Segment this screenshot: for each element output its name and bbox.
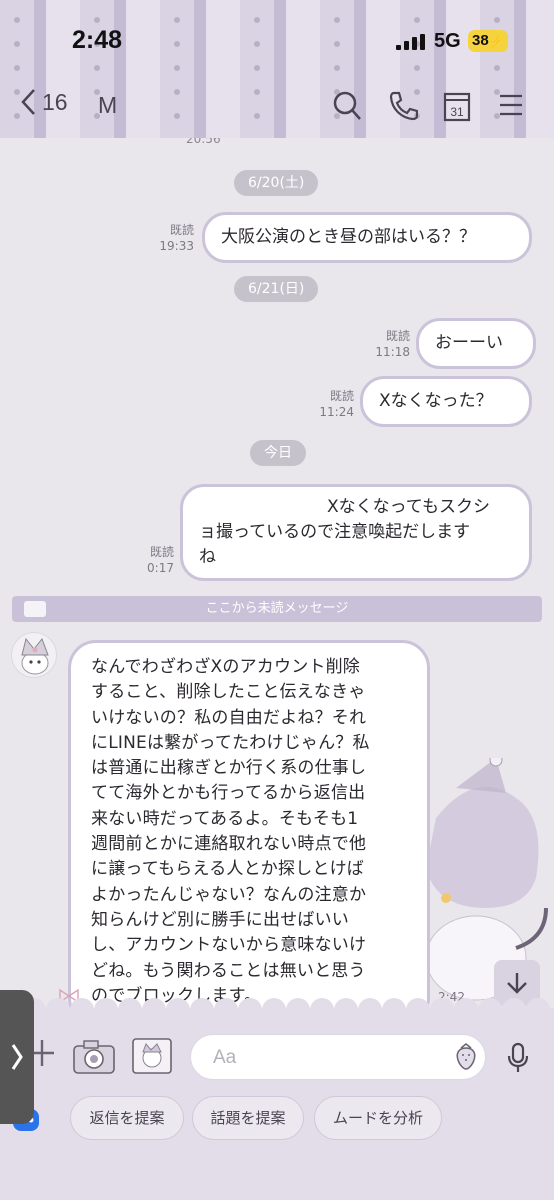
charging-icon: ⚡ [488, 36, 503, 48]
calendar-day: 31 [450, 105, 464, 119]
message-meta: 既読 11:24 [312, 388, 354, 420]
status-bar: 2:48 5G 38⚡ [0, 0, 554, 80]
phone-icon[interactable] [388, 90, 418, 122]
input-placeholder: Aa [213, 1047, 237, 1068]
photo-icon[interactable] [130, 1036, 174, 1078]
message-time: 0:17 [147, 561, 174, 575]
status-time: 2:48 [72, 26, 123, 54]
date-separator: 6/20(土) [234, 170, 319, 196]
strawberry-emoji-icon[interactable] [454, 1042, 478, 1070]
network-type: 5G [434, 30, 461, 52]
read-receipt: 既読 [169, 223, 194, 237]
message-time: 11:24 [319, 405, 354, 419]
message-line: Xなくなってもスクシ [199, 495, 513, 520]
battery-indicator: 38⚡ [468, 30, 508, 52]
incoming-message[interactable]: なんでわざわざXのアカウント削除 すること、削除したこと伝えなきゃ いけないの？… [68, 640, 430, 1008]
camera-icon[interactable] [72, 1038, 116, 1076]
message-line: し、アカウントないから意味ないけ [91, 935, 367, 956]
message-meta: 既読 19:33 [152, 222, 194, 254]
message-line: どね。もう関わることは無いと思う [91, 960, 366, 981]
search-icon[interactable] [332, 90, 362, 122]
message-time: 19:33 [159, 239, 194, 253]
message-line: に譲ってもらえる人とか探しとけば [91, 859, 364, 880]
message-line-text: Xなくなってもスクシ [327, 497, 490, 517]
arrow-down-icon [507, 973, 527, 994]
message-line: てて海外とかも行ってるから返信出 [91, 783, 366, 804]
tag-icon [24, 601, 46, 617]
analyze-mood-button[interactable]: ムードを分析 [314, 1096, 442, 1140]
message-line: 知らんけど別に勝手に出せばいい [91, 909, 349, 930]
date-separator: 今日 [250, 440, 306, 466]
read-receipt: 既読 [329, 389, 354, 403]
message-line: よかったんじゃない？なんの注意か [91, 884, 367, 905]
message-line: にLINEは繋がってたわけじゃん？私 [91, 732, 370, 753]
message-meta: 既読 0:17 [132, 544, 174, 576]
chevron-right-icon [11, 1044, 23, 1070]
signal-icon [396, 34, 425, 50]
outgoing-message[interactable]: おーーい [416, 318, 536, 369]
message-line: すること、削除したこと伝えなきゃ [91, 682, 366, 703]
calendar-icon[interactable]: 31 [443, 90, 471, 122]
message-line: ョ撮っているので注意喚起だします [199, 522, 471, 542]
battery-level: 38 [472, 32, 489, 49]
message-meta: 既読 11:18 [368, 328, 410, 360]
message-line: いけないの？私の自由だよね？それ [91, 707, 367, 728]
message-line: 来ない時だってあるよ。そもそも1 [91, 808, 359, 829]
date-separator: 6/21(日) [234, 276, 319, 302]
suggest-reply-button[interactable]: 返信を提案 [70, 1096, 184, 1140]
kuromi-avatar-icon [21, 637, 49, 675]
outgoing-message[interactable]: Xなくなってもスクシ ョ撮っているので注意喚起だします ね [180, 484, 532, 581]
side-panel-handle[interactable] [0, 990, 34, 1124]
chat-name[interactable]: M [98, 92, 117, 119]
back-button[interactable]: 16 [20, 88, 68, 116]
unread-label: ここから未読メッセージ [205, 601, 349, 616]
message-time: 11:18 [375, 345, 410, 359]
input-area: Aa 返信を提案 話題を提案 ムードを分析 [0, 998, 554, 1200]
nav-row: 16 M 31 [0, 88, 554, 128]
microphone-icon[interactable] [506, 1042, 530, 1074]
message-line: ね [199, 547, 216, 567]
suggest-topic-button[interactable]: 話題を提案 [192, 1096, 304, 1140]
read-receipt: 既読 [149, 545, 174, 559]
read-receipt: 既読 [385, 329, 410, 343]
previous-message-time: 20:56 [186, 138, 221, 146]
outgoing-message[interactable]: 大阪公演のとき昼の部はいる？？ [202, 212, 532, 263]
message-input[interactable]: Aa [190, 1034, 486, 1080]
chat-header: 2:48 5G 38⚡ 16 M 31 [0, 0, 554, 138]
scallop-border [0, 998, 550, 1018]
chevron-left-icon [21, 89, 35, 115]
message-line: なんでわざわざXのアカウント削除 [91, 657, 360, 677]
unread-count: 16 [42, 88, 68, 115]
message-line: は普通に出稼ぎとか行く系の仕事し [91, 758, 367, 779]
avatar[interactable] [11, 632, 57, 678]
outgoing-message[interactable]: Xなくなった？ [360, 376, 532, 427]
chat-area[interactable]: 20:56 6/20(土) 既読 19:33 大阪公演のとき昼の部はいる？？ 6… [0, 138, 554, 1008]
menu-icon[interactable] [498, 90, 524, 120]
unread-divider: ここから未読メッセージ [12, 596, 542, 622]
message-line: 週間前とかに連絡取れない時点で他 [91, 834, 367, 855]
